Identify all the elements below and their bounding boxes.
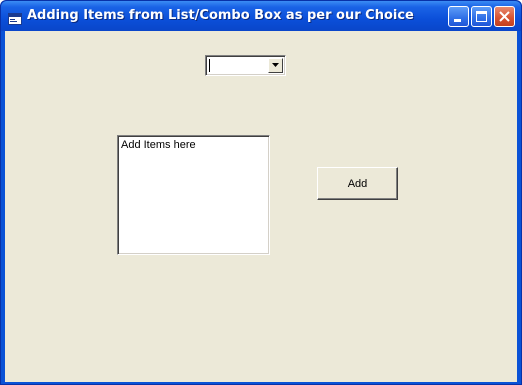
text-caret: [209, 59, 210, 72]
maximize-button[interactable]: [471, 6, 492, 27]
combo-dropdown-button[interactable]: [268, 58, 283, 73]
items-listbox[interactable]: Add Items here: [117, 135, 270, 255]
maximize-icon: [476, 11, 487, 22]
close-button[interactable]: [494, 6, 515, 27]
add-button[interactable]: Add: [317, 167, 398, 200]
combo-box[interactable]: [205, 55, 286, 76]
chevron-down-icon: [272, 63, 279, 67]
minimize-icon: [454, 19, 461, 22]
window-title: Adding Items from List/Combo Box as per …: [27, 8, 414, 23]
list-item[interactable]: Add Items here: [121, 139, 196, 151]
minimize-button[interactable]: [448, 6, 469, 27]
app-window-icon[interactable]: [8, 10, 22, 25]
main-window: Adding Items from List/Combo Box as per …: [0, 0, 522, 385]
title-bar[interactable]: Adding Items from List/Combo Box as per …: [1, 1, 521, 31]
form-client-area: Add Items here Add: [5, 31, 517, 382]
close-icon: [499, 11, 510, 22]
